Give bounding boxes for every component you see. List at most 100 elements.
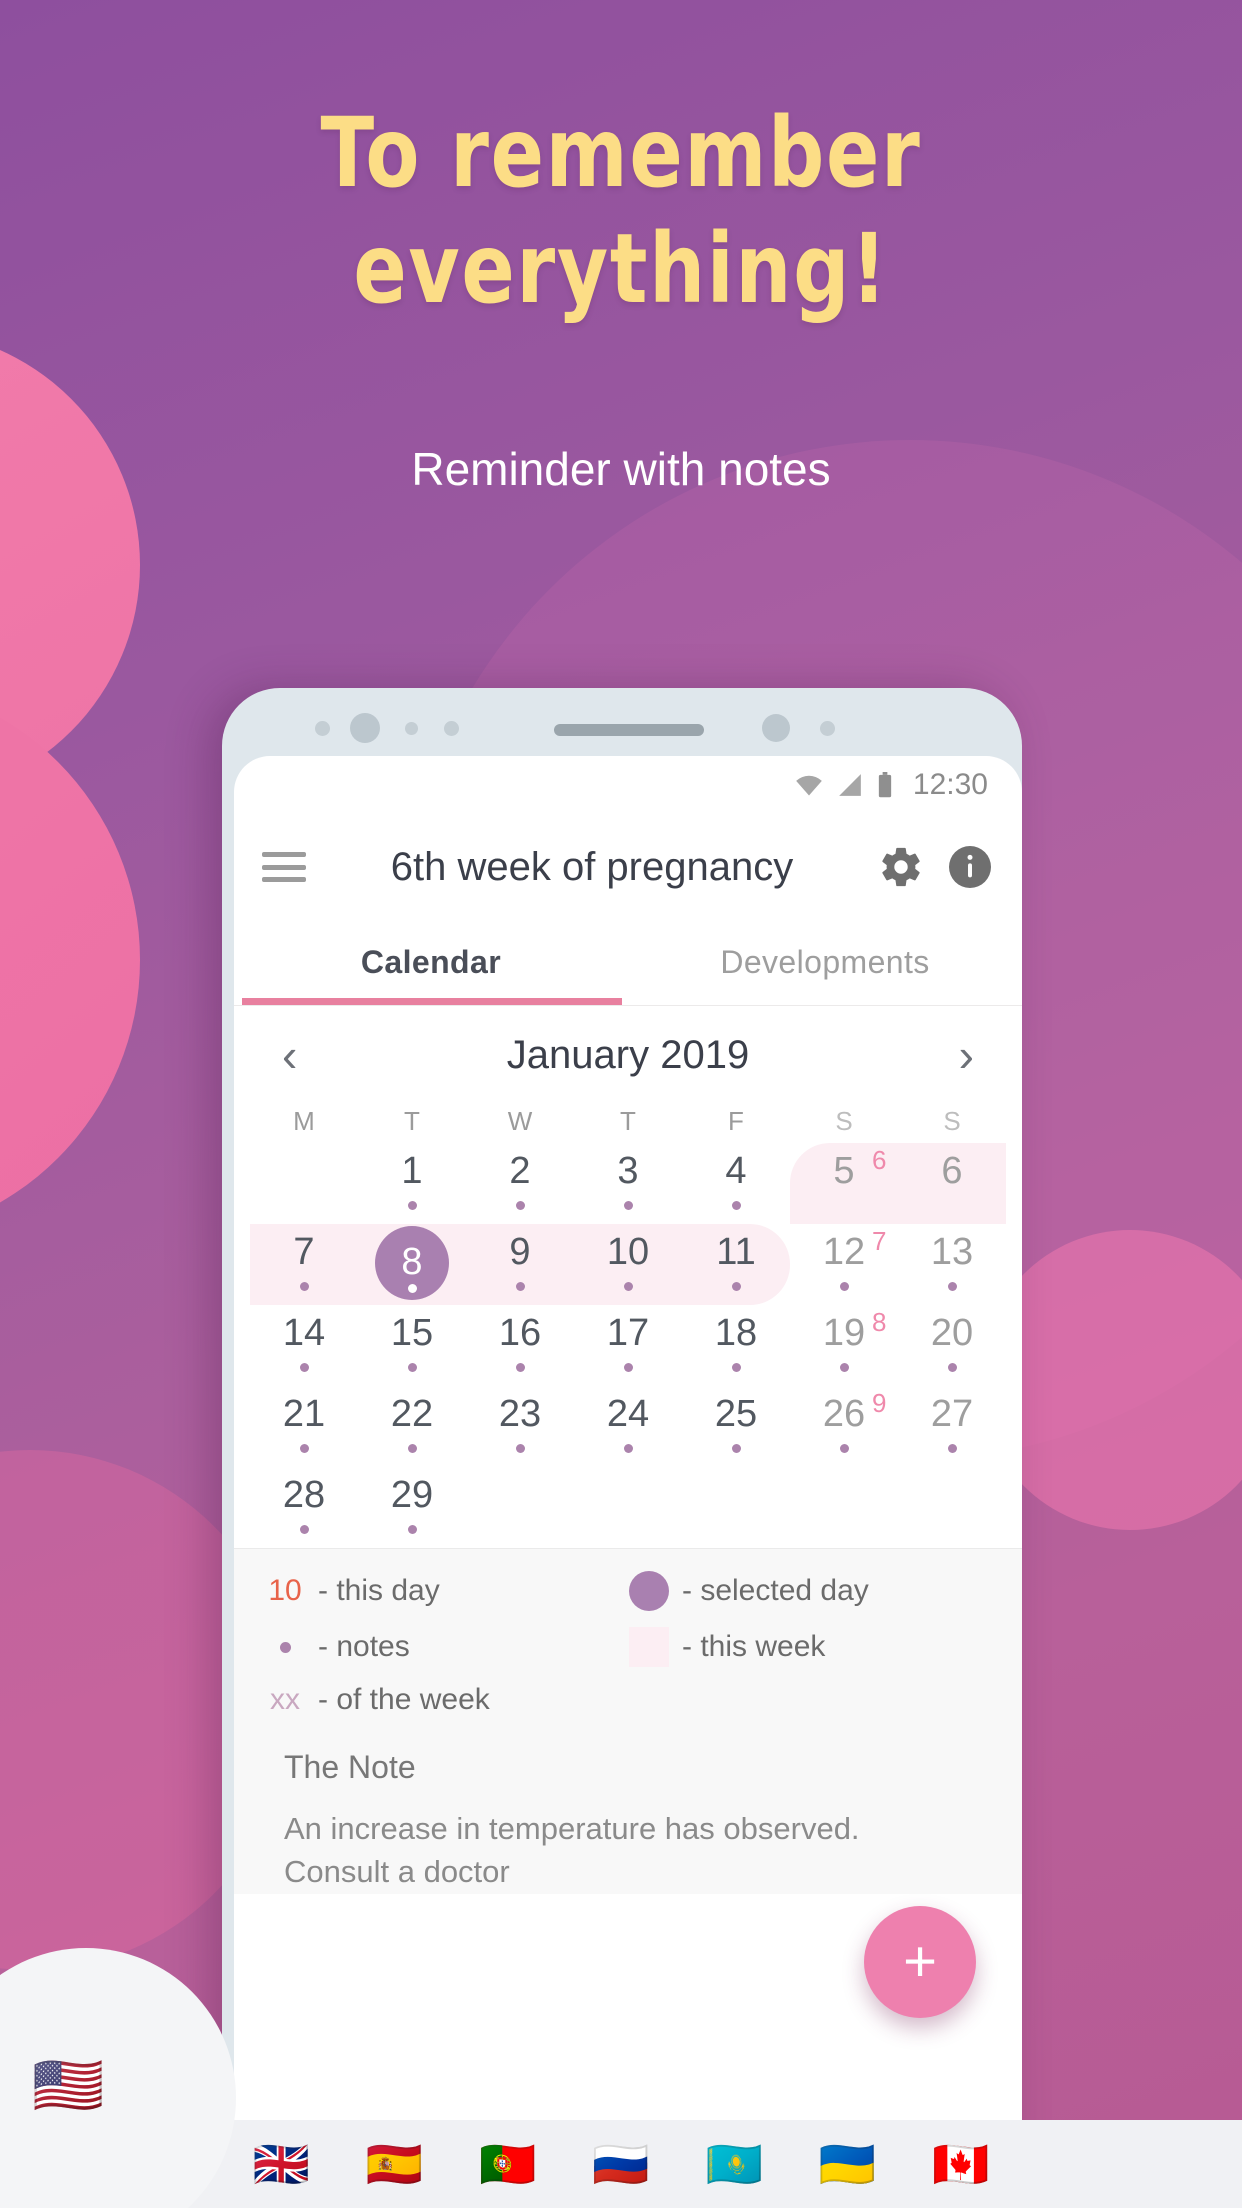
weekday-header-2: W	[507, 1106, 533, 1136]
calendar-day-9[interactable]: 9	[466, 1224, 574, 1305]
calendar-day-number: 18	[714, 1312, 758, 1354]
note-indicator-dot-icon	[407, 1201, 417, 1211]
note-body-line: Consult a doctor	[284, 1853, 510, 1889]
weekday-header-6: S	[943, 1106, 961, 1136]
calendar-day-number: 24	[606, 1393, 650, 1435]
calendar-day-2[interactable]: 2	[466, 1143, 574, 1224]
calendar-day-number: 15	[390, 1312, 434, 1354]
calendar-day-number: 12	[822, 1231, 866, 1273]
legend-week-swatch-icon	[629, 1627, 669, 1667]
phone-screen: 12:30 6th week of pregnancy Calendar Dev…	[234, 756, 1022, 2168]
calendar-day-18[interactable]: 18	[682, 1305, 790, 1386]
calendar-day-16[interactable]: 16	[466, 1305, 574, 1386]
language-flag-3[interactable]: 🇷🇺	[592, 2141, 649, 2187]
calendar-day-14[interactable]: 14	[250, 1305, 358, 1386]
calendar-day-11[interactable]: 11	[682, 1224, 790, 1305]
note-indicator-dot-icon	[623, 1444, 633, 1454]
week-number-label: 8	[872, 1307, 887, 1337]
prev-month-button[interactable]: ‹	[268, 1028, 311, 1082]
calendar-day-number: 22	[390, 1393, 434, 1435]
calendar-day-29[interactable]: 29	[358, 1467, 466, 1548]
language-flag-2[interactable]: 🇵🇹	[479, 2141, 536, 2187]
calendar-day-number: 19	[822, 1312, 866, 1354]
hamburger-menu-icon[interactable]	[262, 852, 306, 882]
calendar-day-6[interactable]: 6	[898, 1143, 1006, 1224]
front-camera-icon	[350, 713, 380, 743]
calendar-day-1[interactable]: 1	[358, 1143, 466, 1224]
calendar-day-empty	[574, 1467, 682, 1548]
calendar-widget: ‹ January 2019 › MTWTFSS 1 2 3 4 5 6 6 7 8 9 10 11 1…	[234, 1006, 1022, 1548]
calendar-day-25[interactable]: 25	[682, 1386, 790, 1467]
language-flag-6[interactable]: 🇨🇦	[932, 2141, 989, 2187]
calendar-day-28[interactable]: 28	[250, 1467, 358, 1548]
app-bar: 6th week of pregnancy	[234, 814, 1022, 920]
week-number-label: 6	[872, 1145, 887, 1175]
calendar-day-empty	[898, 1467, 1006, 1548]
calendar-day-number: 5	[833, 1150, 855, 1192]
legend-key-notes	[264, 1641, 306, 1653]
legend-item-label: - this day	[318, 1574, 440, 1607]
legend-item-0: 10 - this day	[264, 1571, 628, 1611]
calendar-day-3[interactable]: 3	[574, 1143, 682, 1224]
note-indicator-dot-icon	[623, 1282, 633, 1292]
calendar-day-17[interactable]: 17	[574, 1305, 682, 1386]
calendar-day-24[interactable]: 24	[574, 1386, 682, 1467]
legend-key-thisweek	[628, 1627, 670, 1667]
note-indicator-dot-icon	[515, 1201, 525, 1211]
language-flag-4[interactable]: 🇰🇿	[706, 2141, 763, 2187]
calendar-day-number: 1	[401, 1150, 423, 1192]
calendar-day-number: 3	[617, 1150, 639, 1192]
calendar-day-number: 23	[498, 1393, 542, 1435]
calendar-day-13[interactable]: 13	[898, 1224, 1006, 1305]
calendar-day-number: 25	[714, 1393, 758, 1435]
note-indicator-dot-icon	[623, 1363, 633, 1373]
note-indicator-dot-icon	[407, 1284, 417, 1293]
next-month-button[interactable]: ›	[945, 1028, 988, 1082]
calendar-day-7[interactable]: 7	[250, 1224, 358, 1305]
legend-key-today: 10	[264, 1574, 306, 1608]
calendar-day-empty	[466, 1467, 574, 1548]
language-flag-5[interactable]: 🇺🇦	[819, 2141, 876, 2187]
calendar-day-empty	[790, 1467, 898, 1548]
language-flag-1[interactable]: 🇪🇸	[366, 2141, 423, 2187]
note-indicator-dot-icon	[299, 1525, 309, 1535]
note-section: The Note An increase in temperature has …	[234, 1729, 1022, 1894]
calendar-day-23[interactable]: 23	[466, 1386, 574, 1467]
calendar-day-15[interactable]: 15	[358, 1305, 466, 1386]
calendar-day-22[interactable]: 22	[358, 1386, 466, 1467]
calendar-day-8[interactable]: 8	[358, 1224, 466, 1305]
calendar-day-21[interactable]: 21	[250, 1386, 358, 1467]
calendar-day-number: 29	[390, 1474, 434, 1516]
note-body-line: An increase in temperature has observed.	[284, 1811, 860, 1846]
flag-us-icon[interactable]: 🇺🇸	[32, 2052, 104, 2120]
gear-icon[interactable]	[878, 844, 924, 890]
note-body: An increase in temperature has observed.…	[284, 1808, 992, 1894]
note-indicator-dot-icon	[947, 1363, 957, 1373]
calendar-day-number: 14	[282, 1312, 326, 1354]
note-indicator-dot-icon	[731, 1282, 741, 1292]
language-flag-0[interactable]: 🇬🇧	[253, 2141, 310, 2187]
calendar-day-4[interactable]: 4	[682, 1143, 790, 1224]
calendar-day-27[interactable]: 27	[898, 1386, 1006, 1467]
calendar-day-20[interactable]: 20	[898, 1305, 1006, 1386]
note-indicator-dot-icon	[299, 1282, 309, 1292]
legend-key-selected	[628, 1571, 670, 1611]
page-title: 6th week of pregnancy	[390, 844, 794, 889]
calendar-day-number: 9	[509, 1231, 531, 1273]
note-indicator-dot-icon	[839, 1363, 849, 1373]
note-indicator-dot-icon	[731, 1363, 741, 1373]
battery-icon	[878, 772, 892, 798]
status-bar-clock: 12:30	[912, 768, 988, 801]
add-note-button[interactable]: +	[864, 1906, 976, 2018]
note-indicator-dot-icon	[515, 1282, 525, 1292]
promo-subtitle: Reminder with notes	[411, 443, 831, 495]
info-icon[interactable]	[946, 843, 994, 891]
legend-note-dot-icon	[279, 1641, 291, 1653]
note-indicator-dot-icon	[299, 1444, 309, 1454]
tab-calendar[interactable]: Calendar	[234, 920, 628, 1005]
calendar-day-10[interactable]: 10	[574, 1224, 682, 1305]
calendar-day-empty	[250, 1143, 358, 1224]
calendar-day-number: 21	[282, 1393, 326, 1435]
weekday-header-0: M	[293, 1106, 315, 1136]
tab-developments[interactable]: Developments	[628, 920, 1022, 1005]
